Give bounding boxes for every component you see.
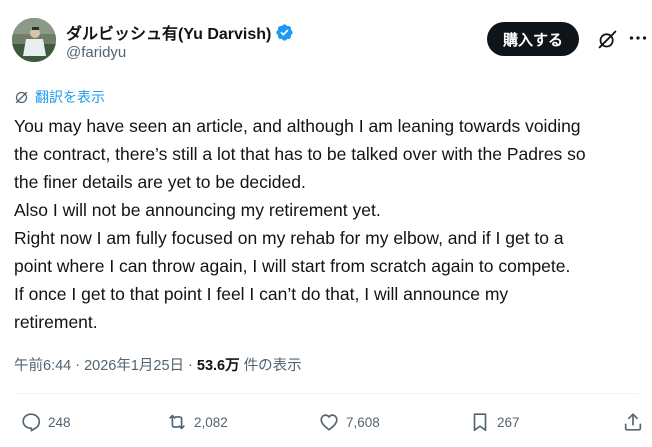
tweet-time[interactable]: 午前6:44 (14, 354, 71, 375)
meta-separator: · (188, 356, 193, 373)
avatar[interactable] (12, 18, 56, 62)
repost-count: 2,082 (194, 414, 228, 430)
tweet-line: the contract, there’s still a lot that h… (14, 144, 586, 164)
translate-icon (15, 91, 28, 103)
translate-label[interactable]: 翻訳を表示 (35, 87, 105, 107)
action-bar: 248 2,082 7,608 267 (0, 406, 652, 438)
tweet-line: retirement. (14, 312, 98, 332)
tweet-line: You may have seen an article, and althou… (14, 116, 581, 136)
views-label: 件の表示 (243, 358, 302, 374)
more-options-icon[interactable] (627, 26, 649, 50)
repost-icon (169, 414, 185, 430)
tweet-line: the finer details are yet to be decided. (14, 172, 306, 192)
tweet-line: If once I get to that point I feel I can… (14, 284, 509, 304)
divider (14, 393, 638, 394)
meta-separator: · (75, 356, 81, 373)
bookmark-button[interactable]: 267 (469, 406, 520, 438)
author-name-row[interactable]: ダルビッシュ有(Yu Darvish) (66, 20, 294, 44)
share-button[interactable] (622, 406, 644, 438)
tweet-line: Right now I am fully focused on my rehab… (14, 228, 564, 248)
bookmark-count: 267 (497, 414, 520, 430)
like-button[interactable]: 7,608 (318, 406, 380, 438)
bookmark-icon (473, 413, 487, 432)
grok-icon[interactable] (597, 29, 618, 50)
verified-badge-icon (276, 23, 293, 41)
tweet-date[interactable]: 2026年1月25日 (84, 354, 184, 375)
author-handle[interactable]: @faridyu (66, 44, 126, 61)
tweet-card: ダルビッシュ有(Yu Darvish) @faridyu 購入する 翻訳を表示 … (0, 0, 652, 447)
avatar-image (12, 18, 56, 62)
like-count: 7,608 (346, 414, 380, 430)
tweet-line: point where I can throw again, I will st… (14, 256, 571, 276)
tweet-line: Also I will not be announcing my retirem… (14, 200, 381, 220)
author-display-name[interactable]: ダルビッシュ有(Yu Darvish) (66, 20, 271, 44)
views-count: 53.6万 (196, 358, 240, 374)
repost-button[interactable]: 2,082 (166, 406, 228, 438)
heart-icon (320, 414, 338, 431)
subscribe-button[interactable]: 購入する (487, 22, 580, 56)
tweet-meta: 午前6:44 · 2026年1月25日 · 53.6万 件の表示 (14, 354, 302, 375)
tweet-text: You may have seen an article, and althou… (14, 112, 648, 336)
reply-count: 248 (48, 414, 71, 430)
translate-link[interactable]: 翻訳を表示 (14, 87, 105, 107)
reply-icon (22, 413, 41, 432)
share-icon (624, 413, 642, 431)
reply-button[interactable]: 248 (20, 406, 71, 438)
